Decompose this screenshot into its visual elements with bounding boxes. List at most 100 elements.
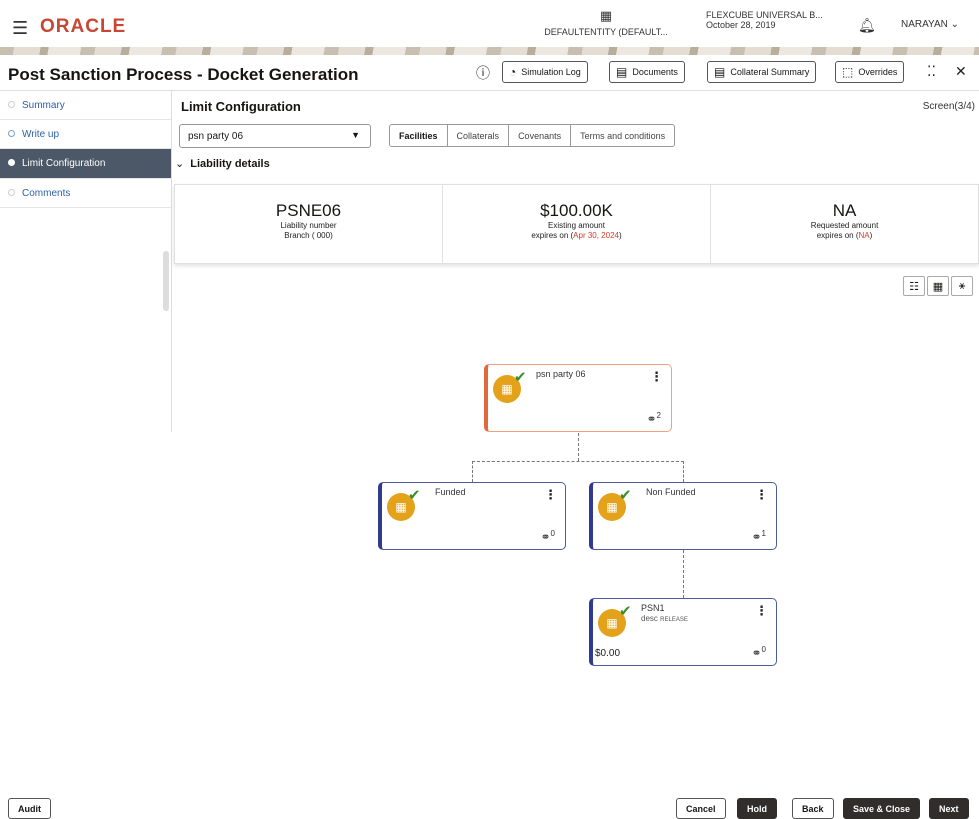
check-icon: ✔ — [514, 369, 527, 386]
screen-indicator: Screen(3/4) — [922, 101, 975, 112]
dropdown-arrow-icon: ▼ — [351, 130, 360, 140]
liability-cards: PSNE06 Liability number Branch ( 000) $1… — [174, 184, 979, 264]
tree-node-funded[interactable]: ▦ ✔ Funded ⋮ ⚭0 — [378, 482, 566, 550]
cancel-button[interactable]: Cancel — [676, 798, 726, 819]
sidebar-item-write-up[interactable]: Write up — [0, 120, 171, 149]
link-count: ⚭1 — [751, 529, 766, 544]
document-icon: ▤ — [616, 65, 628, 79]
link-icon: ⚭ — [751, 530, 762, 544]
header-stripe — [0, 47, 979, 55]
top-bar: ☰ ORACLE ▦ DEFAULTENTITY (DEFAULT... FLE… — [0, 0, 979, 55]
table-view-icon[interactable]: ▦ — [927, 276, 949, 296]
sidebar-item-label: Summary — [22, 99, 65, 111]
tab-covenants[interactable]: Covenants — [509, 125, 572, 146]
requested-amount-card: NA Requested amount expires on (NA) — [711, 185, 978, 263]
tree-node-non-funded[interactable]: ▦ ✔ Non Funded ⋮ ⚭1 — [589, 482, 777, 550]
link-icon: ⚭ — [751, 646, 762, 660]
limit-tabs: Facilities Collaterals Covenants Terms a… — [389, 124, 676, 147]
branch-date: October 28, 2019 — [706, 20, 776, 30]
step-dot-icon — [8, 159, 15, 166]
node-name: PSN1 — [641, 603, 665, 613]
party-select[interactable]: psn party 06 ▼ — [179, 124, 371, 148]
save-close-button[interactable]: Save & Close — [843, 798, 921, 819]
view-switcher: ☷ ▦ ⚹ — [903, 276, 973, 296]
collapse-icon[interactable]: ⁚⁚ — [927, 63, 936, 80]
link-count: ⚭0 — [751, 645, 766, 660]
node-name: Funded — [435, 487, 466, 497]
info-icon[interactable]: ⓘ — [476, 63, 490, 83]
section-heading: Limit Configuration — [181, 99, 301, 114]
back-button[interactable]: Back — [792, 798, 834, 819]
branch-info[interactable]: FLEXCUBE UNIVERSAL B... October 28, 2019 — [706, 10, 823, 30]
tree-node-root[interactable]: ▦ ✔ psn party 06 ⋮ ⚭2 — [484, 364, 672, 432]
oracle-logo: ORACLE — [40, 16, 127, 37]
link-count: ⚭2 — [646, 411, 661, 426]
tab-collaterals[interactable]: Collaterals — [448, 125, 510, 146]
sidebar-scrollbar[interactable] — [163, 251, 169, 311]
tree-connector — [578, 433, 579, 461]
step-check-icon — [8, 130, 15, 137]
expiry-date: NA — [858, 231, 870, 240]
audit-button[interactable]: Audit — [8, 798, 51, 819]
simulation-log-button[interactable]: ◔ Simulation Log — [502, 61, 588, 83]
close-icon[interactable]: ✕ — [955, 63, 967, 80]
card-value: PSNE06 — [275, 201, 342, 220]
node-desc: desc RELEASE — [641, 614, 688, 623]
card-label: Liability number — [280, 221, 337, 230]
node-name: Non Funded — [646, 487, 696, 497]
simulation-icon: ◔ — [509, 65, 517, 79]
card-label: Requested amount — [810, 221, 879, 230]
liability-number-card: PSNE06 Liability number Branch ( 000) — [175, 185, 443, 263]
next-button[interactable]: Next — [929, 798, 969, 819]
overrides-icon: ⬚ — [842, 65, 854, 79]
list-view-icon[interactable]: ☷ — [903, 276, 925, 296]
step-dot-icon — [8, 189, 15, 196]
collateral-summary-button[interactable]: ▤ Collateral Summary — [707, 61, 817, 83]
documents-label: Documents — [632, 67, 678, 77]
chevron-down-icon: ⌄ — [175, 158, 185, 170]
branch-name: FLEXCUBE UNIVERSAL B... — [706, 10, 823, 20]
card-value: NA — [832, 201, 857, 220]
tree-connector — [472, 461, 473, 482]
card-value: $100.00K — [540, 201, 613, 220]
collateral-summary-label: Collateral Summary — [730, 67, 810, 77]
kebab-menu-icon[interactable]: ⋮ — [650, 369, 663, 385]
status-badge: RELEASE — [660, 617, 688, 623]
notification-bell-icon[interactable]: 🔔︎ — [858, 17, 876, 34]
hamburger-menu-icon[interactable]: ☰ — [12, 18, 28, 39]
kebab-menu-icon[interactable]: ⋮ — [755, 487, 768, 503]
overrides-button[interactable]: ⬚ Overrides — [835, 61, 905, 83]
sidebar-item-comments[interactable]: Comments — [0, 179, 171, 208]
kebab-menu-icon[interactable]: ⋮ — [544, 487, 557, 503]
party-select-value: psn party 06 — [188, 130, 244, 142]
link-count: ⚭0 — [540, 529, 555, 544]
sidebar-item-limit-configuration[interactable]: Limit Configuration — [0, 149, 171, 179]
sidebar-item-label: Limit Configuration — [22, 158, 106, 169]
footer-bar: Audit Cancel Hold Back Save & Close Next — [0, 792, 979, 819]
liability-heading: Liability details — [190, 158, 270, 170]
tab-facilities[interactable]: Facilities — [390, 125, 448, 146]
kebab-menu-icon[interactable]: ⋮ — [755, 603, 768, 619]
tree-view-icon[interactable]: ⚹ — [951, 276, 973, 296]
hold-button[interactable]: Hold — [737, 798, 777, 819]
documents-button[interactable]: ▤ Documents — [609, 61, 685, 83]
step-dot-icon — [8, 101, 15, 108]
tree-node-psn1[interactable]: ▦ ✔ PSN1 desc RELEASE ⋮ $0.00 ⚭0 — [589, 598, 777, 666]
sidebar-item-label: Comments — [22, 187, 71, 199]
process-sidebar: Summary Write up Limit Configuration Com… — [0, 91, 172, 432]
expiry-date: Apr 30, 2024 — [573, 231, 619, 240]
overrides-label: Overrides — [858, 67, 898, 77]
check-icon: ✔ — [408, 487, 421, 504]
tree-connector — [472, 461, 684, 462]
sidebar-item-summary[interactable]: Summary — [0, 91, 171, 120]
collateral-icon: ▤ — [714, 65, 726, 79]
card-sub: expires on (Apr 30, 2024) — [531, 231, 622, 240]
card-sub: Branch ( 000) — [284, 231, 333, 240]
building-icon: ▦ — [599, 8, 613, 23]
entity-selector[interactable]: ▦ DEFAULTENTITY (DEFAULT... — [536, 8, 676, 37]
tree-connector — [683, 550, 684, 598]
liability-details-toggle[interactable]: ⌄ Liability details — [175, 157, 270, 170]
link-icon: ⚭ — [646, 412, 657, 426]
tab-terms-and-conditions[interactable]: Terms and conditions — [571, 125, 674, 146]
user-menu[interactable]: NARAYAN ⌄ — [901, 19, 959, 30]
